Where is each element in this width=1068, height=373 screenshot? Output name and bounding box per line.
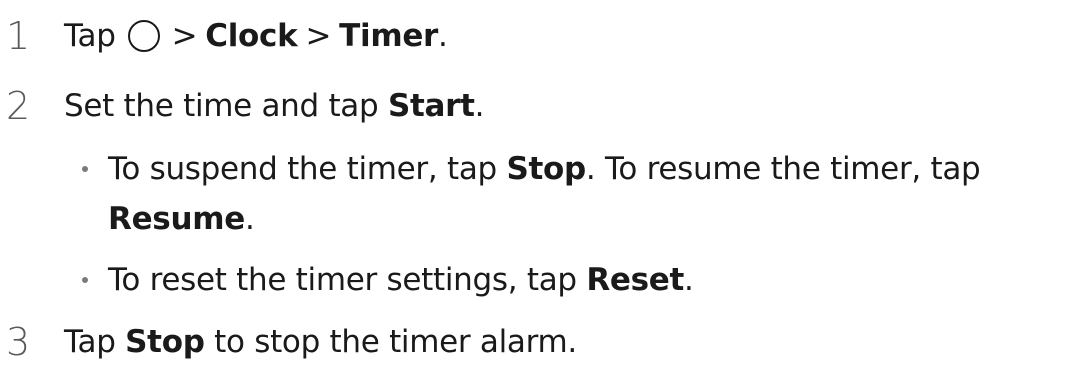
period: . bbox=[244, 201, 255, 237]
bold-term-clock: Clock bbox=[205, 18, 298, 54]
step-number: 2 bbox=[6, 84, 31, 128]
bullet-text-plain: To reset the timer settings, tap bbox=[108, 262, 577, 298]
bullet-dot bbox=[82, 166, 88, 172]
bold-term-reset: Reset bbox=[586, 262, 685, 298]
bold-term-stop: Stop bbox=[125, 324, 205, 360]
step-text: Set the time and tap Start. bbox=[64, 88, 484, 124]
bold-term-start: Start bbox=[387, 88, 475, 124]
bullet-text: To suspend the timer, tap Stop. To resum… bbox=[108, 144, 981, 244]
step-text-plain: Tap bbox=[64, 18, 116, 54]
instructions-document: 1 Tap > Clock > Timer . 2 Set the time a… bbox=[0, 0, 1068, 373]
step-text: Tap Stop to stop the timer alarm. bbox=[64, 324, 577, 360]
bullet-text-plain: . To resume the timer, tap bbox=[585, 151, 981, 187]
bullet-text-plain: To suspend the timer, tap bbox=[108, 151, 497, 187]
period: . bbox=[474, 88, 485, 124]
bold-term-stop: Stop bbox=[506, 151, 586, 187]
step-number: 1 bbox=[6, 14, 31, 58]
step-text-plain: Tap bbox=[64, 324, 116, 360]
bold-term-timer: Timer bbox=[339, 18, 439, 54]
step-text: Tap > Clock > Timer . bbox=[64, 18, 448, 54]
step-number: 3 bbox=[6, 320, 31, 364]
bullet-dot bbox=[82, 277, 88, 283]
bullet-text: To reset the timer settings, tap Reset. bbox=[108, 255, 694, 305]
step-text-plain: to stop the timer alarm. bbox=[214, 324, 577, 360]
home-circle-icon bbox=[127, 20, 160, 52]
step-text-plain: Set the time and tap bbox=[64, 88, 379, 124]
period: . bbox=[438, 18, 448, 54]
bold-term-resume: Resume bbox=[108, 201, 245, 237]
separator-chevron: > bbox=[305, 18, 332, 54]
period: . bbox=[684, 262, 694, 298]
separator-chevron: > bbox=[171, 18, 198, 54]
